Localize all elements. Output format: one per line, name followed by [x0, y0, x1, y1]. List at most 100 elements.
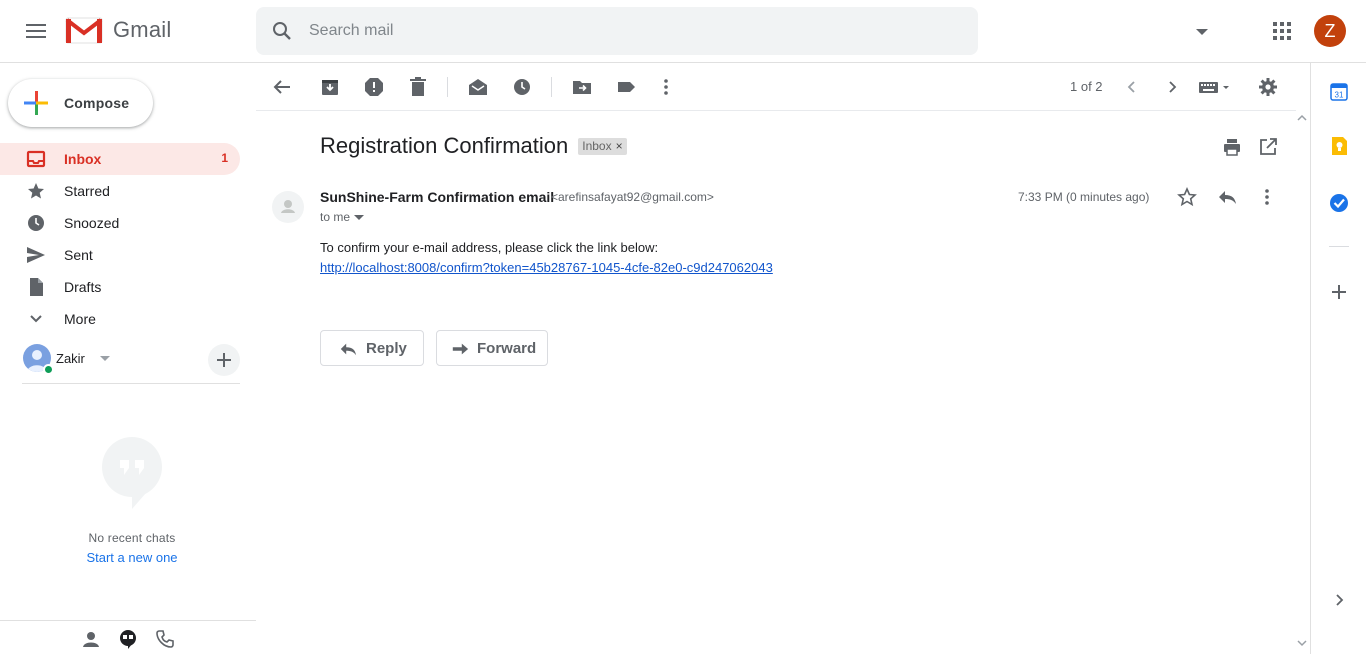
sidebar-item-more[interactable]: More	[0, 303, 240, 335]
inbox-icon	[26, 150, 46, 168]
scroll-up-icon[interactable]	[1297, 114, 1307, 122]
pagination-text: 1 of 2	[1070, 79, 1103, 94]
label-icon[interactable]	[616, 77, 636, 97]
sidebar-item-drafts[interactable]: Drafts	[0, 271, 240, 303]
reply-icon	[340, 343, 357, 356]
hangouts-user[interactable]: Zakir	[0, 335, 256, 383]
clock-icon	[28, 215, 44, 231]
scroll-down-icon[interactable]	[1297, 639, 1307, 647]
contacts-icon[interactable]	[81, 629, 101, 649]
apps-grid-icon[interactable]	[1270, 19, 1294, 43]
top-bar: Gmail Z	[0, 0, 1366, 63]
account-avatar[interactable]: Z	[1314, 15, 1346, 47]
start-new-chat-link[interactable]: Start a new one	[0, 550, 264, 565]
sidebar-item-label: Starred	[64, 183, 110, 199]
move-to-icon[interactable]	[572, 77, 592, 97]
calendar-icon[interactable]: 31	[1329, 82, 1349, 102]
main-menu-button[interactable]	[20, 15, 52, 47]
sender-name[interactable]: SunShine-Farm Confirmation email	[320, 189, 554, 205]
new-conversation-button[interactable]	[208, 344, 240, 376]
delete-icon[interactable]	[408, 77, 428, 97]
remove-label-icon[interactable]: ×	[616, 139, 623, 153]
expand-panel-chevron-icon[interactable]	[1329, 590, 1349, 610]
phone-icon[interactable]	[155, 629, 175, 649]
side-panel-divider	[1329, 246, 1349, 247]
subject-row: Registration Confirmation Inbox ×	[320, 131, 627, 161]
sidebar-item-label: Drafts	[64, 279, 102, 295]
inbox-label-chip[interactable]: Inbox ×	[578, 137, 627, 155]
back-arrow-icon[interactable]	[272, 77, 292, 97]
open-new-window-icon[interactable]	[1258, 137, 1278, 157]
divider	[22, 383, 240, 384]
search-input[interactable]	[309, 19, 909, 43]
reply-icon[interactable]	[1217, 187, 1237, 207]
recipient-text: to me	[320, 210, 351, 224]
compose-label: Compose	[64, 95, 130, 111]
report-spam-icon[interactable]	[364, 77, 384, 97]
label-chip-text: Inbox	[582, 138, 612, 153]
message-subject: Registration Confirmation	[320, 133, 569, 158]
print-icon[interactable]	[1222, 137, 1242, 157]
keyboard-input-icon[interactable]	[1198, 77, 1234, 97]
gmail-m-icon	[65, 17, 103, 44]
unread-count: 1	[221, 151, 228, 165]
newer-chevron-right-icon[interactable]	[1162, 77, 1182, 97]
sidebar-item-label: More	[64, 311, 96, 327]
no-chats-text: No recent chats	[88, 531, 176, 545]
get-addons-plus-icon[interactable]	[1329, 282, 1349, 302]
older-chevron-left-icon[interactable]	[1122, 77, 1142, 97]
forward-button[interactable]: Forward	[436, 330, 548, 366]
sidebar: Compose Inbox 1 Starred Snoozed Sent Dra…	[0, 63, 256, 654]
sidebar-item-inbox[interactable]: Inbox 1	[0, 143, 240, 175]
forward-label: Forward	[477, 340, 537, 357]
side-panel: 31	[1310, 63, 1366, 654]
default-person-icon	[281, 200, 295, 213]
svg-text:31: 31	[1335, 91, 1344, 100]
archive-icon[interactable]	[320, 77, 340, 97]
star-outline-icon[interactable]	[1177, 187, 1197, 207]
sidebar-item-sent[interactable]: Sent	[0, 239, 240, 271]
caret-down-icon	[354, 214, 365, 220]
chevron-down-icon	[30, 315, 42, 323]
tasks-icon[interactable]	[1329, 193, 1349, 213]
chat-bubble-icon	[102, 437, 162, 509]
toolbar-divider	[551, 77, 552, 97]
confirmation-link[interactable]: http://localhost:8008/confirm?token=45b2…	[320, 258, 773, 278]
hamburger-icon	[26, 24, 46, 38]
mark-unread-icon[interactable]	[468, 77, 488, 97]
sender-email: <arefinsafayat92@gmail.com>	[551, 190, 714, 204]
message-view: 1 of 2 Registration Confirmation Inbox ×…	[256, 63, 1296, 654]
recipient-details[interactable]: to me	[320, 210, 365, 224]
toolbar-divider	[447, 77, 448, 97]
hangouts-user-name: Zakir	[56, 351, 85, 366]
vertical-scrollbar[interactable]	[1294, 111, 1310, 654]
star-icon	[28, 183, 44, 199]
search-bar[interactable]	[256, 7, 1208, 55]
sidebar-item-snoozed[interactable]: Snoozed	[0, 207, 240, 239]
gmail-logo[interactable]: Gmail	[65, 15, 171, 45]
reply-button[interactable]: Reply	[320, 330, 424, 366]
snooze-icon[interactable]	[512, 77, 532, 97]
hangouts-icon[interactable]	[118, 629, 138, 649]
send-icon	[27, 247, 45, 263]
sidebar-item-label: Inbox	[64, 151, 102, 167]
reply-label: Reply	[366, 340, 407, 357]
compose-plus-icon	[24, 91, 48, 115]
message-toolbar: 1 of 2	[256, 63, 1296, 111]
search-options-icon[interactable]	[1196, 29, 1208, 35]
keep-icon[interactable]	[1329, 136, 1349, 156]
more-vertical-icon[interactable]	[656, 77, 676, 97]
logo-text: Gmail	[113, 17, 172, 42]
sidebar-item-label: Snoozed	[64, 215, 120, 231]
caret-down-icon[interactable]	[100, 356, 110, 361]
forward-icon	[452, 343, 469, 355]
more-vertical-icon[interactable]	[1257, 187, 1277, 207]
body-text-line: To confirm your e-mail address, please c…	[320, 240, 659, 255]
hangouts-tabs	[0, 620, 256, 654]
sidebar-item-starred[interactable]: Starred	[0, 175, 240, 207]
sender-avatar[interactable]	[272, 191, 304, 223]
search-icon[interactable]	[270, 19, 294, 43]
settings-gear-icon[interactable]	[1258, 77, 1278, 97]
message-body: To confirm your e-mail address, please c…	[320, 238, 773, 278]
compose-button[interactable]: Compose	[8, 79, 153, 127]
